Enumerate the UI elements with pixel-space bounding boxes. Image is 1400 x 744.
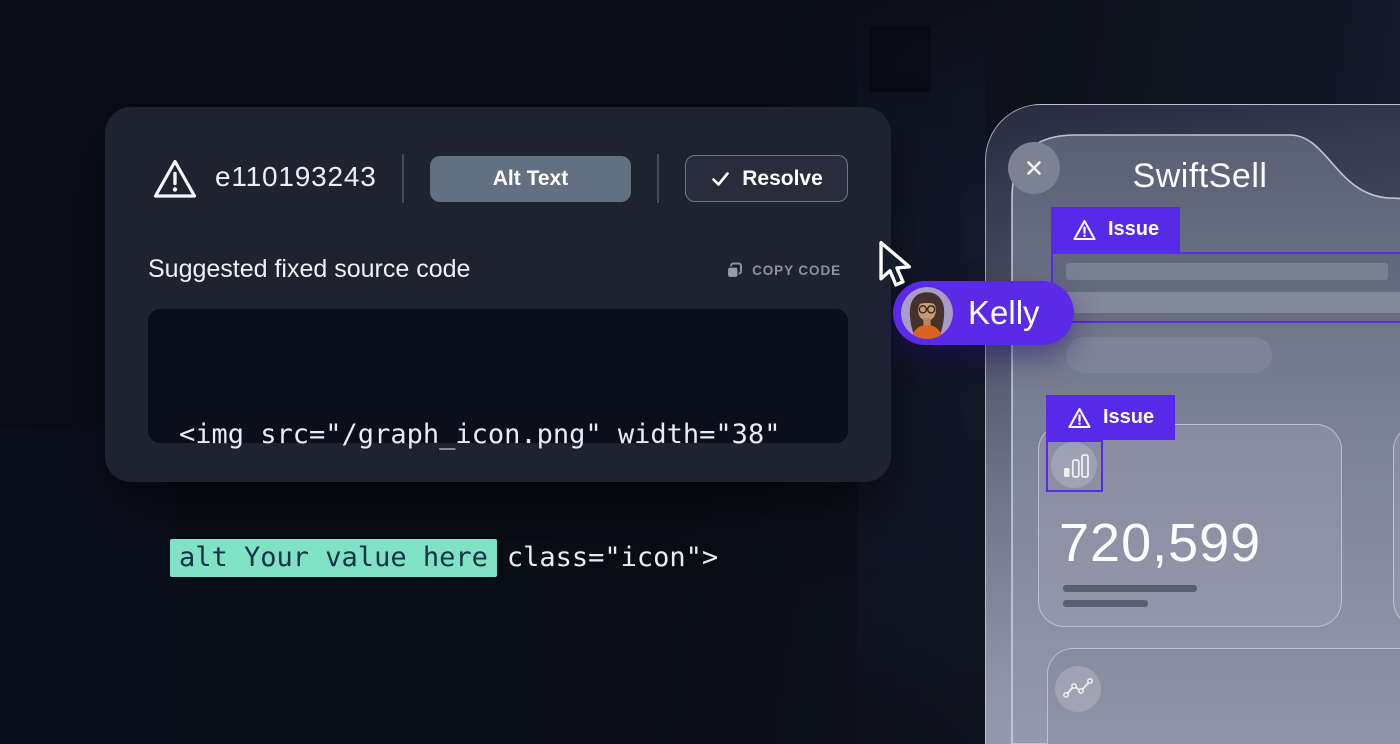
collaborator-name: Kelly bbox=[968, 294, 1040, 332]
warning-triangle-icon bbox=[152, 156, 198, 207]
stat-value: 720,599 bbox=[1059, 512, 1261, 574]
warning-triangle-icon bbox=[1072, 218, 1097, 242]
copy-code-label: COPY CODE bbox=[752, 263, 841, 278]
screenshot-root: e110193243 Alt Text Resolve Suggested fi… bbox=[0, 0, 1400, 744]
code-line-2-rest: class="icon"> bbox=[507, 542, 718, 573]
section-title: Suggested fixed source code bbox=[148, 255, 470, 284]
line-chart-icon bbox=[1055, 666, 1101, 712]
issue-badge-1[interactable]: Issue bbox=[1051, 207, 1180, 252]
checkmark-icon bbox=[710, 169, 731, 189]
issue-badge-label: Issue bbox=[1108, 218, 1159, 241]
close-button[interactable] bbox=[1008, 142, 1060, 194]
resolve-button[interactable]: Resolve bbox=[685, 155, 848, 202]
collaborator-cursor-icon bbox=[871, 239, 919, 294]
skeleton-bar-small bbox=[1063, 585, 1197, 592]
skeleton-bar bbox=[1066, 263, 1388, 280]
skeleton-pill bbox=[1066, 337, 1272, 373]
warning-triangle-icon bbox=[1067, 406, 1092, 430]
issue-badge-2[interactable]: Issue bbox=[1046, 395, 1175, 440]
code-block: <img src="/graph_icon.png" width="38" al… bbox=[148, 309, 848, 443]
collaborator-pill: Kelly bbox=[893, 281, 1074, 345]
skeleton-bar bbox=[1066, 292, 1400, 313]
code-line-1: <img src="/graph_icon.png" width="38" bbox=[179, 414, 848, 455]
issue-badge-label: Issue bbox=[1103, 406, 1154, 429]
divider bbox=[402, 154, 404, 203]
resolve-label: Resolve bbox=[742, 167, 823, 191]
collaborator-avatar bbox=[901, 287, 953, 339]
issue-highlight-square bbox=[1046, 440, 1103, 492]
close-icon bbox=[1023, 157, 1045, 179]
stat-card-partial bbox=[1393, 424, 1400, 627]
skeleton-bar-small bbox=[1063, 600, 1148, 607]
accessibility-issue-panel: e110193243 Alt Text Resolve Suggested fi… bbox=[105, 107, 891, 482]
divider bbox=[657, 154, 659, 203]
background-block bbox=[869, 26, 931, 92]
site-title: SwiftSell bbox=[1100, 157, 1300, 196]
copy-code-button[interactable]: COPY CODE bbox=[719, 260, 847, 281]
alt-text-button[interactable]: Alt Text bbox=[430, 156, 631, 202]
copy-icon bbox=[725, 261, 744, 280]
code-line-2: alt Your value hereclass="icon"> bbox=[179, 537, 848, 578]
error-code: e110193243 bbox=[215, 161, 377, 193]
alt-value-placeholder[interactable]: alt Your value here bbox=[170, 539, 497, 577]
